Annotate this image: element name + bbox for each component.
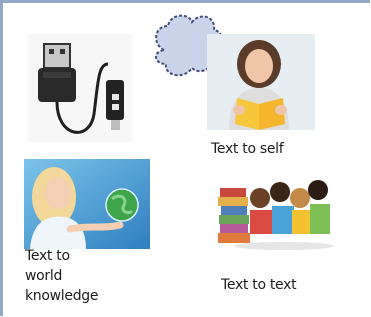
caption-line: world: [25, 268, 63, 284]
children-with-books-image: [214, 168, 336, 252]
caption-text-to-world: Text to world knowledge: [25, 246, 135, 306]
caption-line: Text to: [25, 248, 70, 264]
woman-reading-image: [207, 34, 315, 130]
caption-line: knowledge: [25, 288, 99, 304]
woman-holding-globe-image: [24, 159, 150, 249]
caption-text-to-self: Text to self: [211, 141, 284, 157]
usb-cable-icon: [28, 34, 132, 142]
caption-text-to-text: Text to text: [221, 277, 297, 293]
